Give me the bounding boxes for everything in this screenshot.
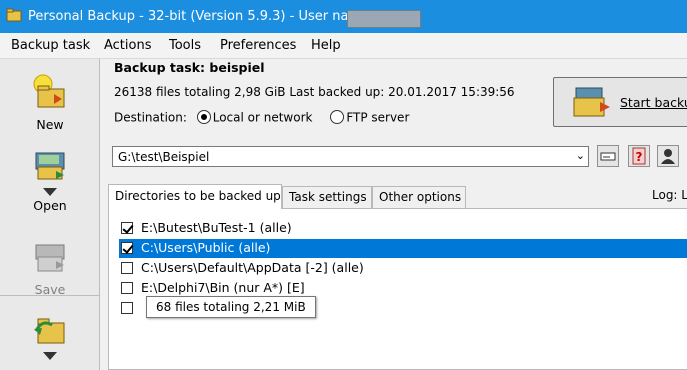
drive-icon: [600, 152, 616, 161]
directory-checkbox[interactable]: [121, 262, 133, 274]
redacted-user-name: [347, 10, 421, 28]
start-backup-button[interactable]: Start backu: [553, 77, 687, 127]
local-network-radio[interactable]: [196, 110, 211, 124]
log-label: Log: L: [652, 188, 687, 202]
directory-path: C:\Users\Default\AppData [-2] (alle): [141, 260, 364, 275]
tab-directories[interactable]: Directories to be backed up: [108, 184, 282, 209]
menu-bar: Backup task Actions Tools Preferences He…: [0, 33, 687, 59]
directory-checkbox[interactable]: [121, 302, 133, 314]
directory-checkbox[interactable]: [121, 282, 133, 294]
drive-button[interactable]: [597, 145, 619, 167]
user-settings-button[interactable]: [657, 145, 679, 167]
directory-size-tooltip: 68 files totaling 2,21 MiB: [146, 296, 316, 318]
menu-preferences[interactable]: Preferences: [220, 38, 296, 53]
down-arrow-icon: [43, 188, 57, 196]
down-arrow-icon: [43, 352, 57, 360]
app-icon: [6, 8, 22, 22]
restore-button[interactable]: [10, 309, 90, 360]
chevron-down-icon[interactable]: ⌄: [576, 149, 585, 162]
new-label: New: [36, 117, 64, 132]
start-backup-label: Start backu: [620, 95, 687, 110]
directory-checkbox[interactable]: [121, 222, 133, 234]
tab-other-options[interactable]: Other options: [372, 186, 466, 208]
help-button[interactable]: ?: [628, 145, 650, 167]
backup-folder-icon: [573, 87, 610, 117]
destination-path-value: G:\test\Beispiel: [118, 150, 210, 164]
directory-row[interactable]: C:\Users\Default\AppData [-2] (alle): [119, 259, 687, 278]
directory-checkbox[interactable]: [121, 242, 133, 254]
window-title: Personal Backup - 32-bit (Version 5.9.3)…: [28, 9, 374, 24]
directory-row[interactable]: E:\Butest\BuTest-1 (alle): [119, 219, 687, 238]
task-toolbar: New Open Save: [0, 59, 100, 370]
task-stats: 26138 files totaling 2,98 GiB Last backe…: [114, 85, 515, 99]
save-icon: [35, 244, 65, 272]
ftp-server-radio[interactable]: [330, 110, 345, 124]
restore-folder-icon: [34, 318, 65, 344]
directory-path: C:\Users\Public (alle): [141, 240, 271, 255]
title-bar: Personal Backup - 32-bit (Version 5.9.3)…: [0, 0, 687, 33]
save-task-button[interactable]: Save: [10, 241, 90, 297]
backup-task-title: Backup task: beispiel: [114, 60, 265, 75]
svg-text:?: ?: [636, 150, 643, 164]
open-folder-icon: [35, 152, 65, 180]
menu-actions[interactable]: Actions: [104, 38, 152, 53]
destination-group: Destination: Local or network FTP server: [114, 110, 409, 126]
directory-path: E:\Butest\BuTest-1 (alle): [141, 220, 292, 235]
destination-path-combo[interactable]: G:\test\Beispiel ⌄: [112, 146, 589, 167]
local-network-label: Local or network: [212, 110, 313, 125]
directory-row[interactable]: C:\Users\Public (alle): [119, 239, 687, 258]
open-label: Open: [33, 198, 67, 213]
menu-help[interactable]: Help: [311, 38, 341, 53]
directory-path: E:\Delphi7\Bin (nur A*) [E]: [141, 280, 305, 295]
tab-task-settings[interactable]: Task settings: [282, 186, 372, 208]
menu-tools[interactable]: Tools: [169, 38, 201, 53]
directory-list: E:\Butest\BuTest-1 (alle) C:\Users\Publi…: [108, 208, 687, 370]
open-task-button[interactable]: Open: [10, 147, 90, 213]
destination-label: Destination:: [114, 110, 187, 125]
toolbar-divider: [0, 295, 99, 296]
menu-backup-task[interactable]: Backup task: [11, 38, 90, 53]
new-task-button[interactable]: New: [10, 72, 90, 132]
help-icon: ?: [632, 147, 646, 165]
user-icon: [661, 149, 675, 164]
ftp-server-label: FTP server: [346, 110, 410, 125]
new-folder-icon: [33, 74, 65, 108]
